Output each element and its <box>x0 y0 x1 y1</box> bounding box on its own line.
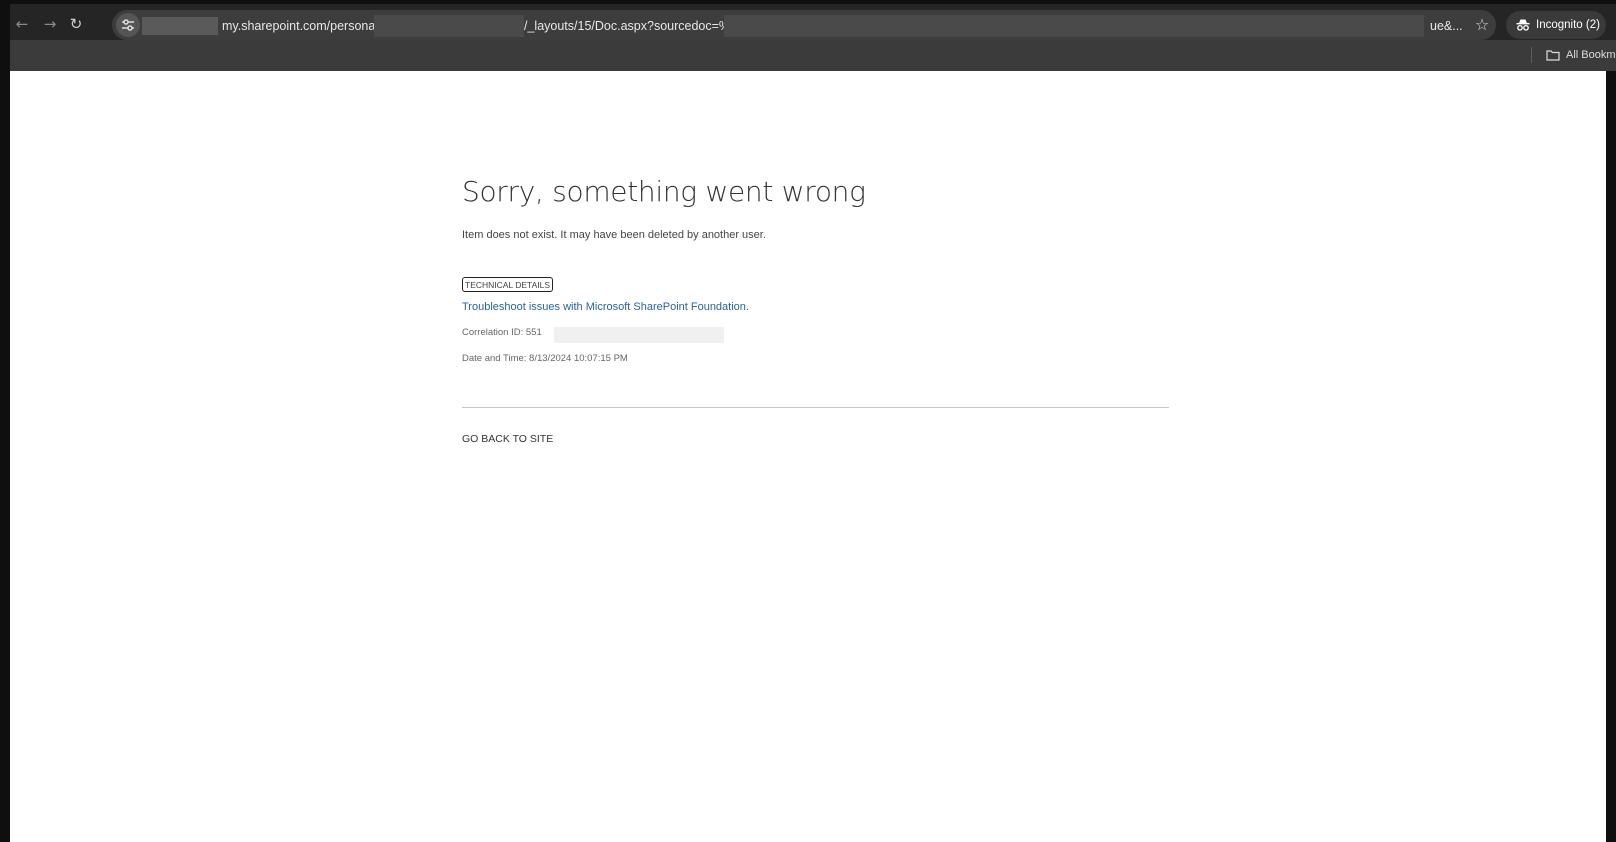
error-message: Item does not exist. It may have been de… <box>462 229 766 241</box>
bookmarks-divider <box>1531 47 1532 63</box>
bookmark-star-button[interactable]: ☆ <box>1472 15 1492 35</box>
date-time: Date and Time: 8/13/2024 10:07:15 PM <box>462 353 628 364</box>
url-tail-text: ue&... <box>1430 19 1463 33</box>
reload-icon: ↻ <box>69 15 83 33</box>
browser-toolbar: ← → ↻ my.sharepoint.com/personal/sa /_la… <box>10 4 1616 40</box>
technical-details-button[interactable]: TECHNICAL DETAILS <box>462 277 554 292</box>
folder-icon <box>1546 50 1560 61</box>
url-redaction <box>374 15 524 37</box>
arrow-right-icon: → <box>43 15 57 33</box>
site-info-button[interactable] <box>116 13 140 37</box>
back-button[interactable]: ← <box>12 14 32 34</box>
troubleshoot-link[interactable]: Troubleshoot issues with Microsoft Share… <box>462 301 749 313</box>
site-info-icon <box>122 19 134 31</box>
url-path-text: /_layouts/15/Doc.aspx?sourcedoc=%7B <box>524 19 746 33</box>
url-redaction <box>142 17 218 35</box>
forward-button[interactable]: → <box>40 14 60 34</box>
page-viewport: Sorry, something went wrong Item does no… <box>10 71 1606 842</box>
incognito-icon <box>1516 19 1530 31</box>
go-back-link[interactable]: GO BACK TO SITE <box>462 433 553 445</box>
url-redaction <box>724 15 1424 37</box>
correlation-id: Correlation ID: 551 <box>462 327 542 338</box>
address-bar[interactable]: my.sharepoint.com/personal/sa /_layouts/… <box>112 10 1496 40</box>
url-text: my.sharepoint.com/personal/sa <box>222 19 395 33</box>
browser-window: ← → ↻ my.sharepoint.com/personal/sa /_la… <box>0 0 1616 842</box>
correlation-redaction <box>554 327 724 343</box>
arrow-left-icon: ← <box>15 15 29 33</box>
star-icon: ☆ <box>1474 15 1490 34</box>
reload-button[interactable]: ↻ <box>66 14 86 34</box>
page-title: Sorry, something went wrong <box>462 175 866 208</box>
all-bookmarks-label: All Bookmar <box>1566 49 1616 61</box>
incognito-label: Incognito (2) <box>1536 19 1600 31</box>
divider <box>462 407 1169 408</box>
incognito-button[interactable]: Incognito (2) <box>1506 11 1606 39</box>
bookmarks-bar: All Bookmar <box>10 40 1616 71</box>
